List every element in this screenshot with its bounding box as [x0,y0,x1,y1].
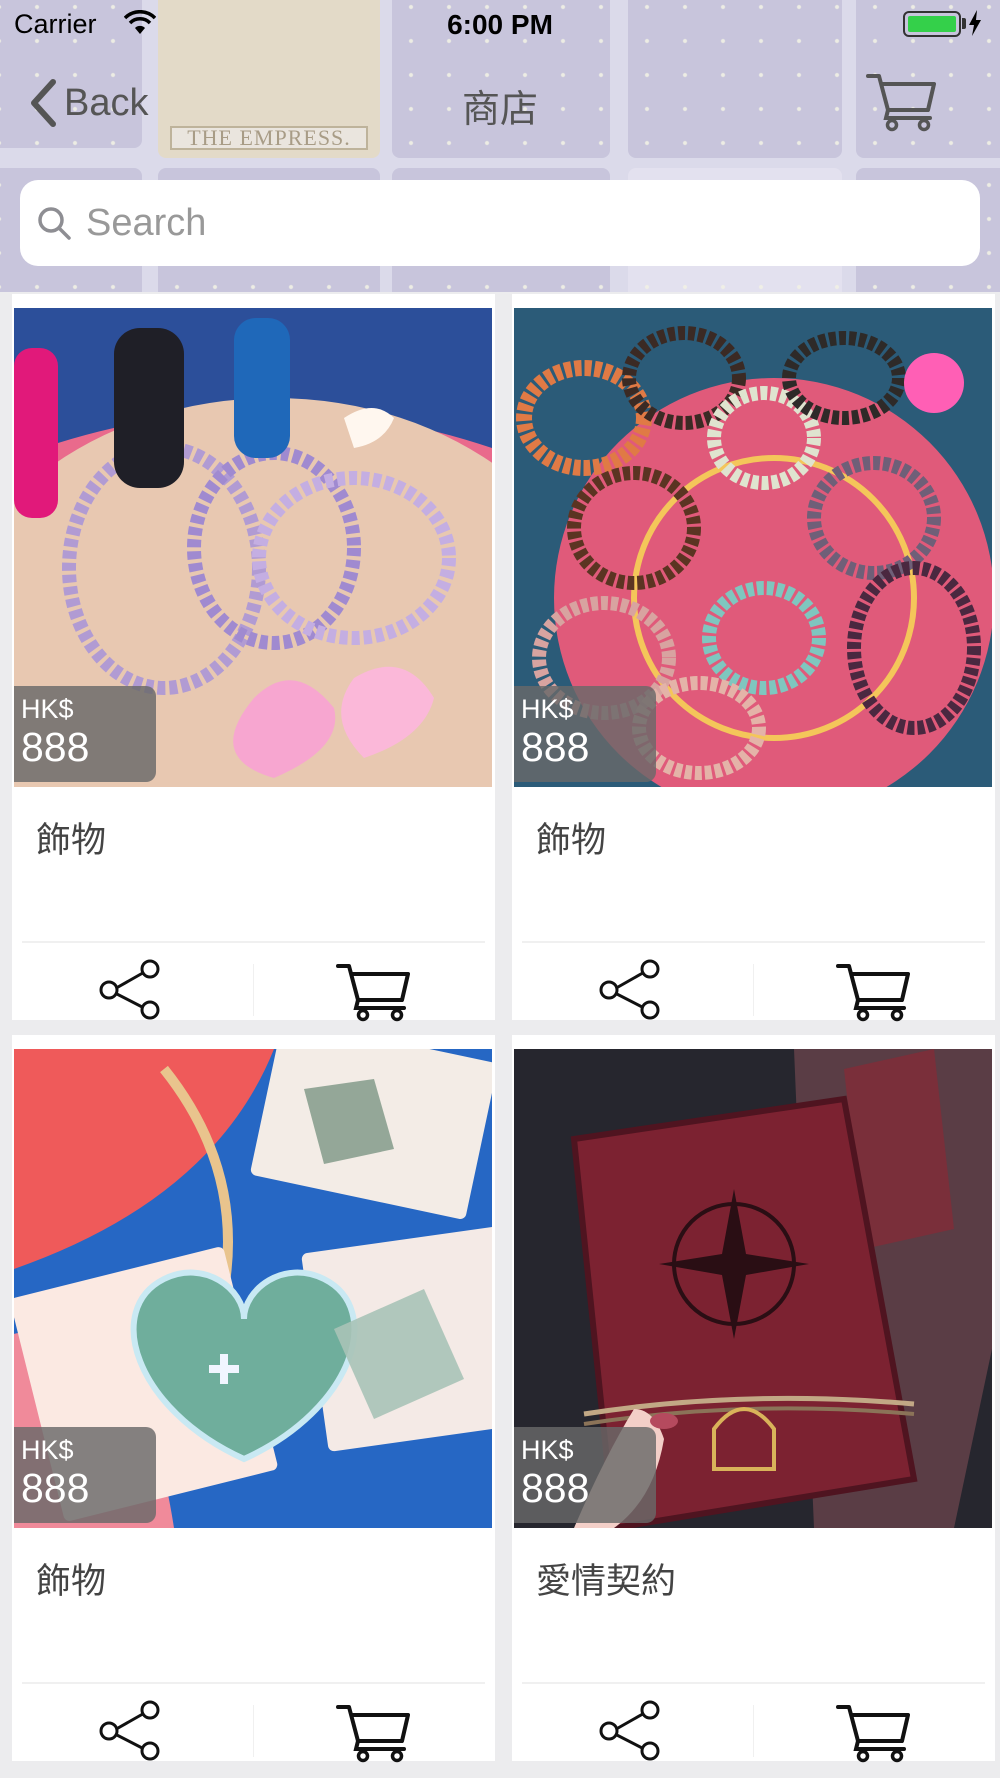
divider [22,1682,485,1684]
search-input[interactable] [86,201,906,245]
share-icon[interactable] [598,957,664,1021]
price-currency: HK$ [521,1435,574,1465]
product-card[interactable]: HK$ 888 飾物 [12,294,495,1022]
search-bar[interactable] [20,180,980,266]
product-photo[interactable]: HK$ 888 [514,308,992,787]
add-to-cart-icon[interactable] [336,1701,412,1763]
clock: 6:00 PM [447,9,553,40]
price-amount: 888 [521,1465,590,1511]
product-name: 愛情契約 [536,1562,677,1601]
product-name: 飾物 [36,1562,107,1601]
add-to-cart-icon[interactable] [836,960,912,1022]
battery-icon [903,11,961,37]
cart-icon[interactable] [866,70,938,132]
price-badge: HK$ 888 [14,686,156,782]
product-name: 飾物 [536,821,607,860]
action-separator [253,1705,254,1757]
price-currency: HK$ [21,694,74,724]
product-name: 飾物 [36,821,107,860]
price-currency: HK$ [21,1435,74,1465]
action-separator [753,1705,754,1757]
price-currency: HK$ [521,694,574,724]
price-badge: HK$ 888 [514,1427,656,1523]
product-grid: HK$ 888 飾物 HK$ 888 飾物 HK$ 888 飾物 HK$ 888… [0,294,1000,1778]
add-to-cart-icon[interactable] [336,960,412,1022]
battery-cap [962,18,966,29]
price-amount: 888 [21,724,90,770]
action-separator [253,964,254,1016]
search-icon [38,207,71,240]
product-photo[interactable]: HK$ 888 [514,1049,992,1528]
product-photo[interactable]: HK$ 888 [14,308,492,787]
product-photo[interactable]: HK$ 888 [14,1049,492,1528]
price-amount: 888 [521,724,590,770]
action-separator [753,964,754,1016]
status-bar: Carrier 6:00 PM [0,0,1000,50]
divider [522,941,985,943]
share-icon[interactable] [598,1698,664,1762]
price-badge: HK$ 888 [514,686,656,782]
product-card[interactable]: HK$ 888 飾物 [12,1035,495,1763]
share-icon[interactable] [98,957,164,1021]
page-title: 商店 [461,89,538,131]
charging-bolt-icon [969,10,981,36]
product-card[interactable]: HK$ 888 愛情契約 [512,1035,995,1763]
divider [522,1682,985,1684]
price-amount: 888 [21,1465,90,1511]
header: THE EMPRESS. Carrier 6:00 PM Back 商店 [0,0,1000,292]
product-card[interactable]: HK$ 888 飾物 [512,294,995,1022]
price-badge: HK$ 888 [14,1427,156,1523]
add-to-cart-icon[interactable] [836,1701,912,1763]
divider [22,941,485,943]
share-icon[interactable] [98,1698,164,1762]
